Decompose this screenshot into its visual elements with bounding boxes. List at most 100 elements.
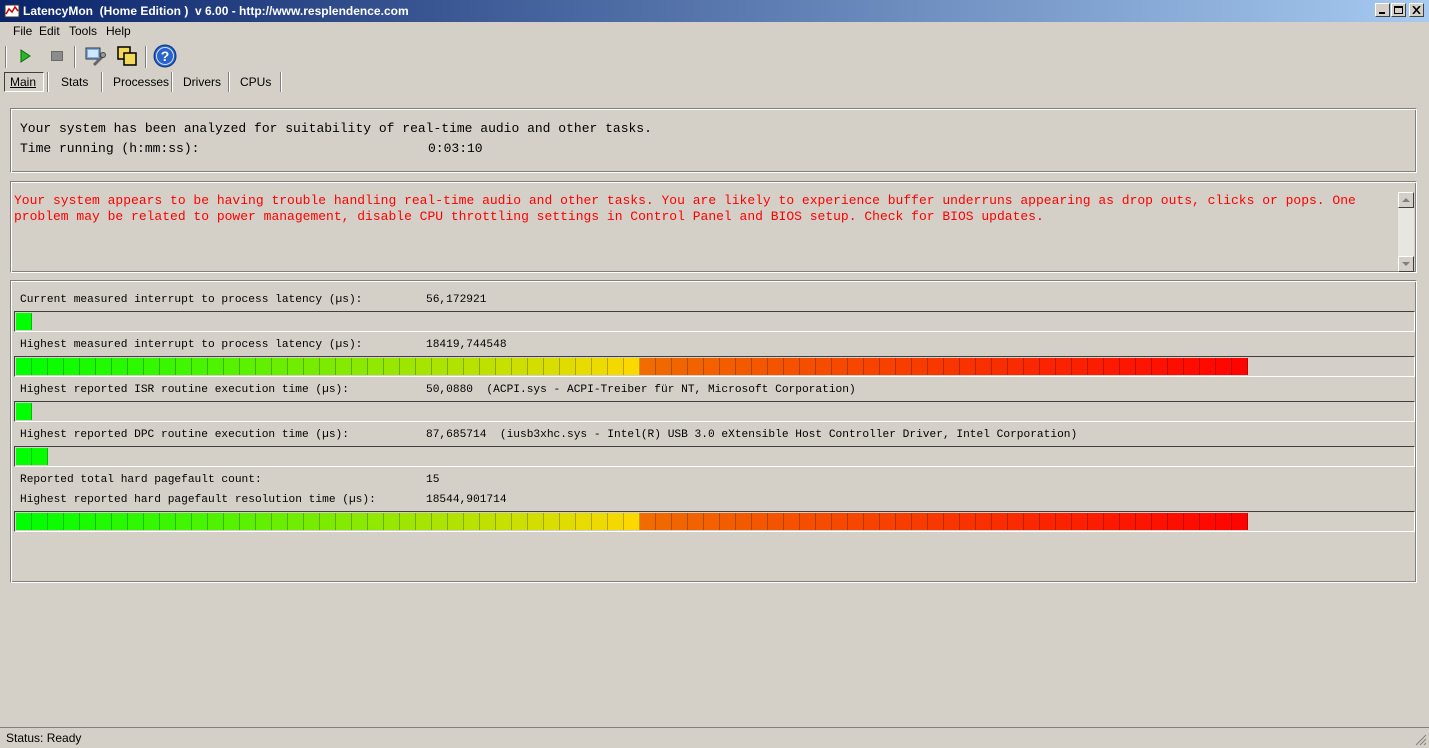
window-title: LatencyMon (Home Edition ) v 6.00 - http… <box>23 4 409 18</box>
meter-segment <box>656 358 672 375</box>
meter-segment <box>624 513 640 530</box>
menu-edit[interactable]: Edit <box>39 24 60 38</box>
meter-segment <box>192 513 208 530</box>
tab-processes[interactable]: Processes <box>113 75 169 89</box>
meter-segment <box>336 358 352 375</box>
app-icon <box>4 4 20 18</box>
meter-segment <box>704 358 720 375</box>
settings-button[interactable] <box>83 44 107 68</box>
close-button[interactable] <box>1409 3 1424 17</box>
start-button[interactable] <box>13 44 37 68</box>
meter-segment <box>528 513 544 530</box>
meter-segment <box>848 358 864 375</box>
meter-segment <box>672 358 688 375</box>
bar-fill <box>16 313 32 330</box>
meter-segment <box>1152 358 1168 375</box>
meter-segment <box>640 358 656 375</box>
conclusion-scrollbar[interactable] <box>1398 192 1414 272</box>
meter-segment <box>1024 358 1040 375</box>
tab-separator <box>101 72 103 92</box>
meter-segment <box>896 358 912 375</box>
meter-segment <box>112 358 128 375</box>
conclusion-panel: Your system appears to be having trouble… <box>10 181 1417 273</box>
toolbar: ? <box>0 42 1429 70</box>
meter-segment <box>32 358 48 375</box>
meter-segment <box>256 513 272 530</box>
tab-drivers[interactable]: Drivers <box>183 75 221 89</box>
menu-help[interactable]: Help <box>106 24 131 38</box>
meter-segment <box>976 358 992 375</box>
meter-segment <box>1168 513 1184 530</box>
meter-segment <box>896 513 912 530</box>
menu-tools[interactable]: Tools <box>69 24 97 38</box>
svg-text:?: ? <box>161 48 170 64</box>
meter-segment <box>784 358 800 375</box>
meter-segment <box>1232 358 1248 375</box>
dpc-bar <box>14 446 1415 467</box>
meter-segment <box>16 513 32 530</box>
meter-segment <box>32 448 48 465</box>
meter-segment <box>992 358 1008 375</box>
window-button[interactable] <box>115 44 139 68</box>
meter-segment <box>1216 513 1232 530</box>
meter-segment <box>80 513 96 530</box>
menu-file[interactable]: File <box>13 24 32 38</box>
meter-segment <box>400 358 416 375</box>
isr-value: 50,0880 (ACPI.sys - ACPI-Treiber für NT,… <box>426 384 856 396</box>
meter-segment <box>288 513 304 530</box>
highest-latency-value: 18419,744548 <box>426 339 507 351</box>
meter-segment <box>864 358 880 375</box>
resize-grip-icon[interactable] <box>1415 734 1427 746</box>
meter-segment <box>1056 358 1072 375</box>
meter-segment <box>912 513 928 530</box>
menu-bar: File Edit Tools Help <box>0 22 1429 40</box>
meter-segment <box>832 513 848 530</box>
meter-segment <box>800 513 816 530</box>
meter-segment <box>80 358 96 375</box>
play-icon <box>20 49 31 63</box>
meter-segment <box>736 358 752 375</box>
meter-segment <box>848 513 864 530</box>
meter-segment <box>1168 358 1184 375</box>
meter-segment <box>1088 358 1104 375</box>
meter-segment <box>880 358 896 375</box>
meter-segment <box>544 358 560 375</box>
dpc-label: Highest reported DPC routine execution t… <box>20 429 349 441</box>
help-icon: ? <box>153 44 177 68</box>
meter-segment <box>48 358 64 375</box>
meter-segment <box>448 513 464 530</box>
meter-segment <box>1008 513 1024 530</box>
meter-segment <box>512 513 528 530</box>
stop-button[interactable] <box>45 44 69 68</box>
meter-segment <box>560 358 576 375</box>
meter-segment <box>496 513 512 530</box>
current-latency-value: 56,172921 <box>426 294 487 306</box>
meter-segment <box>1136 513 1152 530</box>
scroll-down-button[interactable] <box>1398 256 1414 272</box>
tab-main[interactable]: Main <box>10 75 36 89</box>
meter-segment <box>1072 513 1088 530</box>
meter-segment <box>208 513 224 530</box>
meter-segment <box>768 513 784 530</box>
meter-segment <box>432 513 448 530</box>
isr-bar <box>14 401 1415 422</box>
maximize-button[interactable] <box>1391 3 1406 17</box>
minimize-button[interactable] <box>1375 3 1390 17</box>
meter-segment <box>624 358 640 375</box>
meter-segment <box>544 513 560 530</box>
toolbar-grip <box>5 46 7 68</box>
meter-segment <box>752 358 768 375</box>
tab-stats[interactable]: Stats <box>61 75 88 89</box>
tab-cpus[interactable]: CPUs <box>240 75 271 89</box>
pagefault-count-label: Reported total hard pagefault count: <box>20 474 262 486</box>
status-bar: Status: Ready <box>0 727 1429 748</box>
meter-segment <box>208 358 224 375</box>
arrow-up-icon <box>1402 198 1410 202</box>
help-button[interactable]: ? <box>153 44 177 68</box>
meter-segment <box>224 513 240 530</box>
meter-segment <box>928 513 944 530</box>
pagefault-count-value: 15 <box>426 474 440 486</box>
meter-segment <box>992 513 1008 530</box>
scroll-up-button[interactable] <box>1398 192 1414 208</box>
meter-segment <box>480 513 496 530</box>
